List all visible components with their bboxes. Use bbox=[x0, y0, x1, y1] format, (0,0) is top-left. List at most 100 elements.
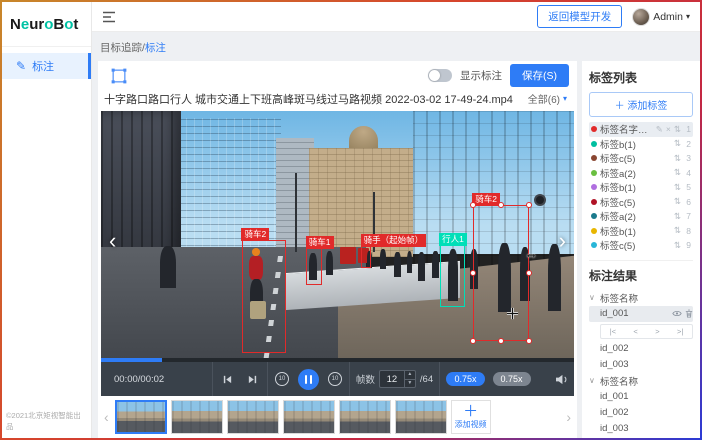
show-annotation-toggle[interactable] bbox=[428, 69, 452, 82]
frame-spinner: ▲ ▼ bbox=[404, 371, 415, 387]
back-to-model-dev-button[interactable]: 返回模型开发 bbox=[537, 5, 622, 28]
result-item[interactable]: id_001 bbox=[589, 306, 693, 322]
video-canvas[interactable]: 骑车2骑车1骑手（起始帧）行人1骑车2 ‹ › ↔ bbox=[101, 111, 574, 358]
filmstrip-thumbnail[interactable] bbox=[115, 400, 167, 434]
label-name: 标签c(5) bbox=[600, 195, 671, 209]
resize-handle[interactable] bbox=[526, 270, 532, 276]
save-button[interactable]: 保存(S) bbox=[510, 64, 569, 87]
spinner-down-icon[interactable]: ▼ bbox=[405, 379, 415, 388]
video-progress-bar[interactable] bbox=[101, 358, 574, 362]
logo-segment: e bbox=[21, 16, 29, 33]
label-order: 9 bbox=[684, 240, 691, 250]
label-row[interactable]: 标签a(2) ⇅ 4 bbox=[589, 166, 693, 181]
prev-frame-button[interactable] bbox=[222, 374, 233, 385]
next-frame-button[interactable] bbox=[247, 374, 258, 385]
frame-step-group bbox=[212, 362, 267, 396]
filmstrip-thumbnail[interactable] bbox=[171, 400, 223, 434]
filmstrip-thumbnail[interactable] bbox=[283, 400, 335, 434]
label-row[interactable]: 标签名字最长数... ✎ × ⇅ 1 bbox=[589, 122, 693, 137]
result-item-id: id_001 bbox=[600, 391, 629, 402]
filmstrip-thumbnail[interactable] bbox=[339, 400, 391, 434]
sidebar-item-annotate[interactable]: ✎ 标注 bbox=[2, 53, 91, 79]
sort-icon[interactable]: ⇅ bbox=[674, 211, 681, 222]
user-menu[interactable]: Admin ▾ bbox=[632, 8, 690, 26]
sort-icon[interactable]: ⇅ bbox=[674, 167, 681, 178]
forward-10-button[interactable]: 10 bbox=[328, 372, 342, 386]
video-next-button[interactable]: › bbox=[559, 230, 566, 252]
eye-icon[interactable] bbox=[672, 310, 682, 317]
annotation-box[interactable]: 骑车2 bbox=[473, 205, 529, 341]
result-group-header[interactable]: ∨ 标签名称 bbox=[589, 290, 693, 306]
annotation-layer: 骑车2 骑车1 骑手（起始帧） 行人1 骑车2 bbox=[101, 111, 574, 358]
result-item[interactable]: id_003 bbox=[589, 357, 693, 373]
sort-icon[interactable]: ⇅ bbox=[674, 225, 681, 236]
annotation-box[interactable]: 骑手（起始帧） bbox=[361, 246, 370, 268]
sort-icon[interactable]: ⇅ bbox=[674, 124, 681, 135]
annotation-label: 行人1 bbox=[439, 233, 467, 246]
frame-count-label: 帧数 bbox=[356, 372, 375, 386]
sort-icon[interactable]: ⇅ bbox=[674, 153, 681, 164]
rewind-10-button[interactable]: 10 bbox=[275, 372, 289, 386]
pagination-first[interactable]: |< bbox=[608, 327, 618, 336]
frame-input[interactable] bbox=[380, 371, 404, 387]
logo-segment: o bbox=[64, 16, 73, 33]
sort-icon[interactable]: ⇅ bbox=[674, 138, 681, 149]
filter-dropdown[interactable]: 全部(6) ▾ bbox=[528, 91, 567, 106]
filmstrip-thumbnail[interactable] bbox=[395, 400, 447, 434]
filmstrip: ‹ ＋ 添加视频 › bbox=[98, 396, 577, 438]
annotation-box[interactable]: 骑车1 bbox=[306, 248, 322, 285]
pagination-prev[interactable]: < bbox=[631, 327, 639, 336]
annotation-label: 骑车2 bbox=[472, 193, 500, 206]
filmstrip-next-button[interactable]: › bbox=[564, 409, 573, 425]
resize-handle[interactable] bbox=[470, 270, 476, 276]
spinner-up-icon[interactable]: ▲ bbox=[405, 371, 415, 379]
breadcrumb-parent[interactable]: 目标追踪 bbox=[100, 42, 142, 54]
sort-icon[interactable]: ⇅ bbox=[674, 196, 681, 207]
label-order: 2 bbox=[684, 139, 691, 149]
resize-handle[interactable] bbox=[526, 202, 532, 208]
label-row[interactable]: 标签c(5) ⇅ 3 bbox=[589, 151, 693, 166]
filmstrip-prev-button[interactable]: ‹ bbox=[102, 409, 111, 425]
resize-handle[interactable] bbox=[470, 202, 476, 208]
speed-pill-active[interactable]: 0.75x bbox=[446, 372, 484, 386]
pagination-last[interactable]: >| bbox=[675, 327, 685, 336]
add-video-tile[interactable]: ＋ 添加视频 bbox=[451, 400, 491, 434]
speed-pill[interactable]: 0.75x bbox=[493, 372, 531, 386]
sort-icon[interactable]: ⇅ bbox=[674, 240, 681, 251]
rect-select-tool-icon[interactable] bbox=[110, 67, 128, 85]
result-group-header[interactable]: ＞ 标签名称 bbox=[589, 437, 693, 439]
annotation-box[interactable]: 行人1 bbox=[440, 245, 466, 308]
resize-handle[interactable] bbox=[498, 202, 504, 208]
label-row[interactable]: 标签b(1) ⇅ 8 bbox=[589, 224, 693, 239]
label-row[interactable]: 标签b(1) ⇅ 5 bbox=[589, 180, 693, 195]
label-name: 标签c(5) bbox=[600, 238, 671, 252]
resize-handle[interactable] bbox=[526, 338, 532, 344]
menu-fold-icon[interactable] bbox=[102, 11, 116, 23]
label-row[interactable]: 标签c(5) ⇅ 9 bbox=[589, 238, 693, 253]
label-row[interactable]: 标签a(2) ⇅ 7 bbox=[589, 209, 693, 224]
resize-handle[interactable] bbox=[470, 338, 476, 344]
label-order: 6 bbox=[684, 197, 691, 207]
volume-icon[interactable] bbox=[555, 374, 568, 385]
annotation-action-handle[interactable] bbox=[534, 194, 546, 206]
video-prev-button[interactable]: ‹ bbox=[109, 230, 116, 252]
add-label-button[interactable]: ＋ 添加标签 bbox=[589, 92, 693, 117]
result-item[interactable]: id_001 bbox=[589, 389, 693, 405]
sort-icon[interactable]: ⇅ bbox=[674, 182, 681, 193]
result-item[interactable]: id_002 bbox=[589, 341, 693, 357]
result-item[interactable]: id_002 bbox=[589, 405, 693, 421]
delete-icon[interactable]: × bbox=[666, 124, 671, 134]
label-row[interactable]: 标签b(1) ⇅ 2 bbox=[589, 137, 693, 152]
label-row[interactable]: 标签c(5) ⇅ 6 bbox=[589, 195, 693, 210]
label-name: 标签b(1) bbox=[600, 137, 671, 151]
edit-icon[interactable]: ✎ bbox=[656, 124, 663, 135]
result-group-header[interactable]: ∨ 标签名称 bbox=[589, 373, 693, 389]
resize-handle[interactable] bbox=[498, 338, 504, 344]
pause-button[interactable] bbox=[298, 369, 319, 390]
result-item[interactable]: id_003 bbox=[589, 421, 693, 437]
player-controls: 00:00/00:02 10 10 bbox=[101, 362, 574, 396]
filmstrip-thumbnail[interactable] bbox=[227, 400, 279, 434]
pagination-next[interactable]: > bbox=[653, 327, 661, 336]
annotation-box[interactable]: 骑车2 bbox=[242, 240, 286, 353]
trash-icon[interactable] bbox=[685, 309, 693, 318]
